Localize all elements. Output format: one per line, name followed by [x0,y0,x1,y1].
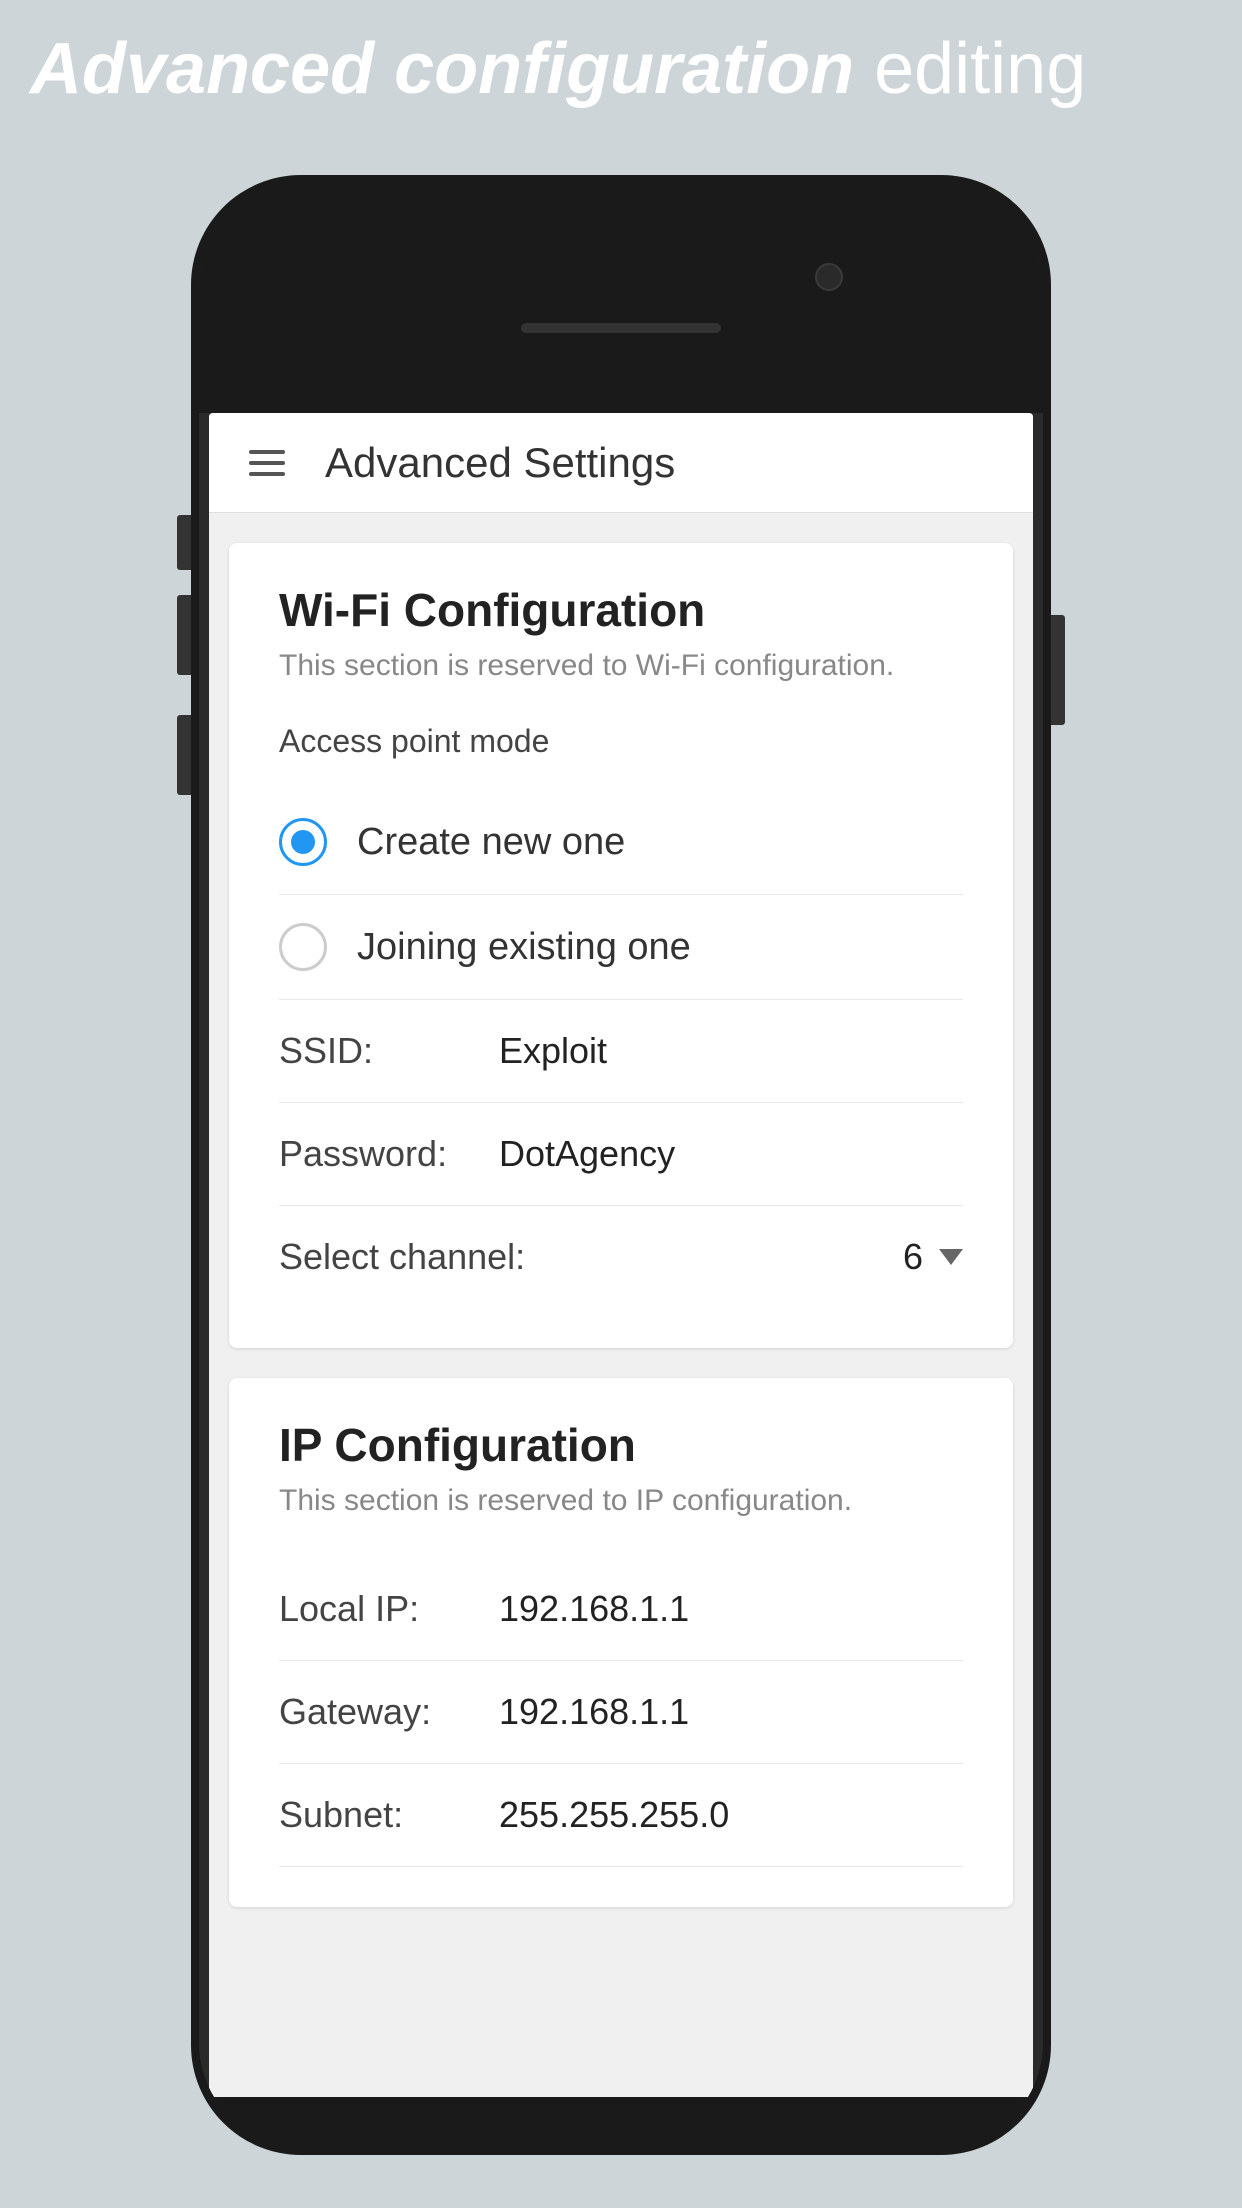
volume-down-button [177,715,191,795]
local-ip-label: Local IP: [279,1588,499,1630]
radio-join-existing[interactable]: Joining existing one [279,895,963,1000]
radio-label-create: Create new one [357,821,625,864]
gateway-label: Gateway: [279,1691,499,1733]
ssid-field: SSID: Exploit [279,1000,963,1103]
password-label: Password: [279,1133,499,1175]
channel-label: Select channel: [279,1236,525,1278]
password-value[interactable]: DotAgency [499,1133,675,1175]
wifi-card-subtitle: This section is reserved to Wi-Fi config… [279,649,963,683]
wifi-config-card: Wi-Fi Configuration This section is rese… [229,543,1013,1348]
speaker-grill [521,323,721,333]
phone-frame: Advanced Settings Wi-Fi Configuration Th… [191,175,1051,2155]
phone-bottom-bar [199,2097,1043,2147]
subnet-value[interactable]: 255.255.255.0 [499,1794,729,1836]
local-ip-value[interactable]: 192.168.1.1 [499,1588,689,1630]
subnet-label: Subnet: [279,1794,499,1836]
phone-inner: Advanced Settings Wi-Fi Configuration Th… [199,183,1043,2147]
channel-value: 6 [903,1236,923,1278]
ip-card-title: IP Configuration [279,1418,963,1472]
hamburger-line-1 [249,450,285,454]
ip-config-card: IP Configuration This section is reserve… [229,1378,1013,1907]
channel-field: Select channel: 6 [279,1206,963,1308]
phone-top-bar [199,183,1043,413]
hamburger-line-2 [249,461,285,465]
ssid-label: SSID: [279,1030,499,1072]
volume-up-button [177,595,191,675]
app-bar-title: Advanced Settings [325,439,675,487]
ip-card-subtitle: This section is reserved to IP configura… [279,1484,963,1518]
hamburger-line-3 [249,472,285,476]
phone-screen: Advanced Settings Wi-Fi Configuration Th… [209,413,1033,2097]
wifi-card-title: Wi-Fi Configuration [279,583,963,637]
content-area: Wi-Fi Configuration This section is rese… [209,513,1033,2097]
gateway-field: Gateway: 192.168.1.1 [279,1661,963,1764]
power-button [1051,615,1065,725]
title-light: editing [854,29,1086,109]
radio-circle-join[interactable] [279,923,327,971]
gateway-value[interactable]: 192.168.1.1 [499,1691,689,1733]
local-ip-field: Local IP: 192.168.1.1 [279,1558,963,1661]
page-title: Advanced configuration editing [30,30,1212,109]
radio-create-new[interactable]: Create new one [279,790,963,895]
app-bar: Advanced Settings [209,413,1033,513]
hamburger-menu-button[interactable] [249,450,285,476]
password-field: Password: DotAgency [279,1103,963,1206]
ssid-value[interactable]: Exploit [499,1030,607,1072]
camera [815,263,843,291]
mute-button [177,515,191,570]
title-bold: Advanced configuration [30,29,854,109]
page-title-area: Advanced configuration editing [30,30,1212,109]
subnet-field: Subnet: 255.255.255.0 [279,1764,963,1867]
channel-dropdown-arrow [939,1249,963,1265]
access-point-label: Access point mode [279,723,963,760]
channel-select[interactable]: 6 [903,1236,963,1278]
radio-circle-create[interactable] [279,818,327,866]
radio-label-join: Joining existing one [357,926,691,969]
